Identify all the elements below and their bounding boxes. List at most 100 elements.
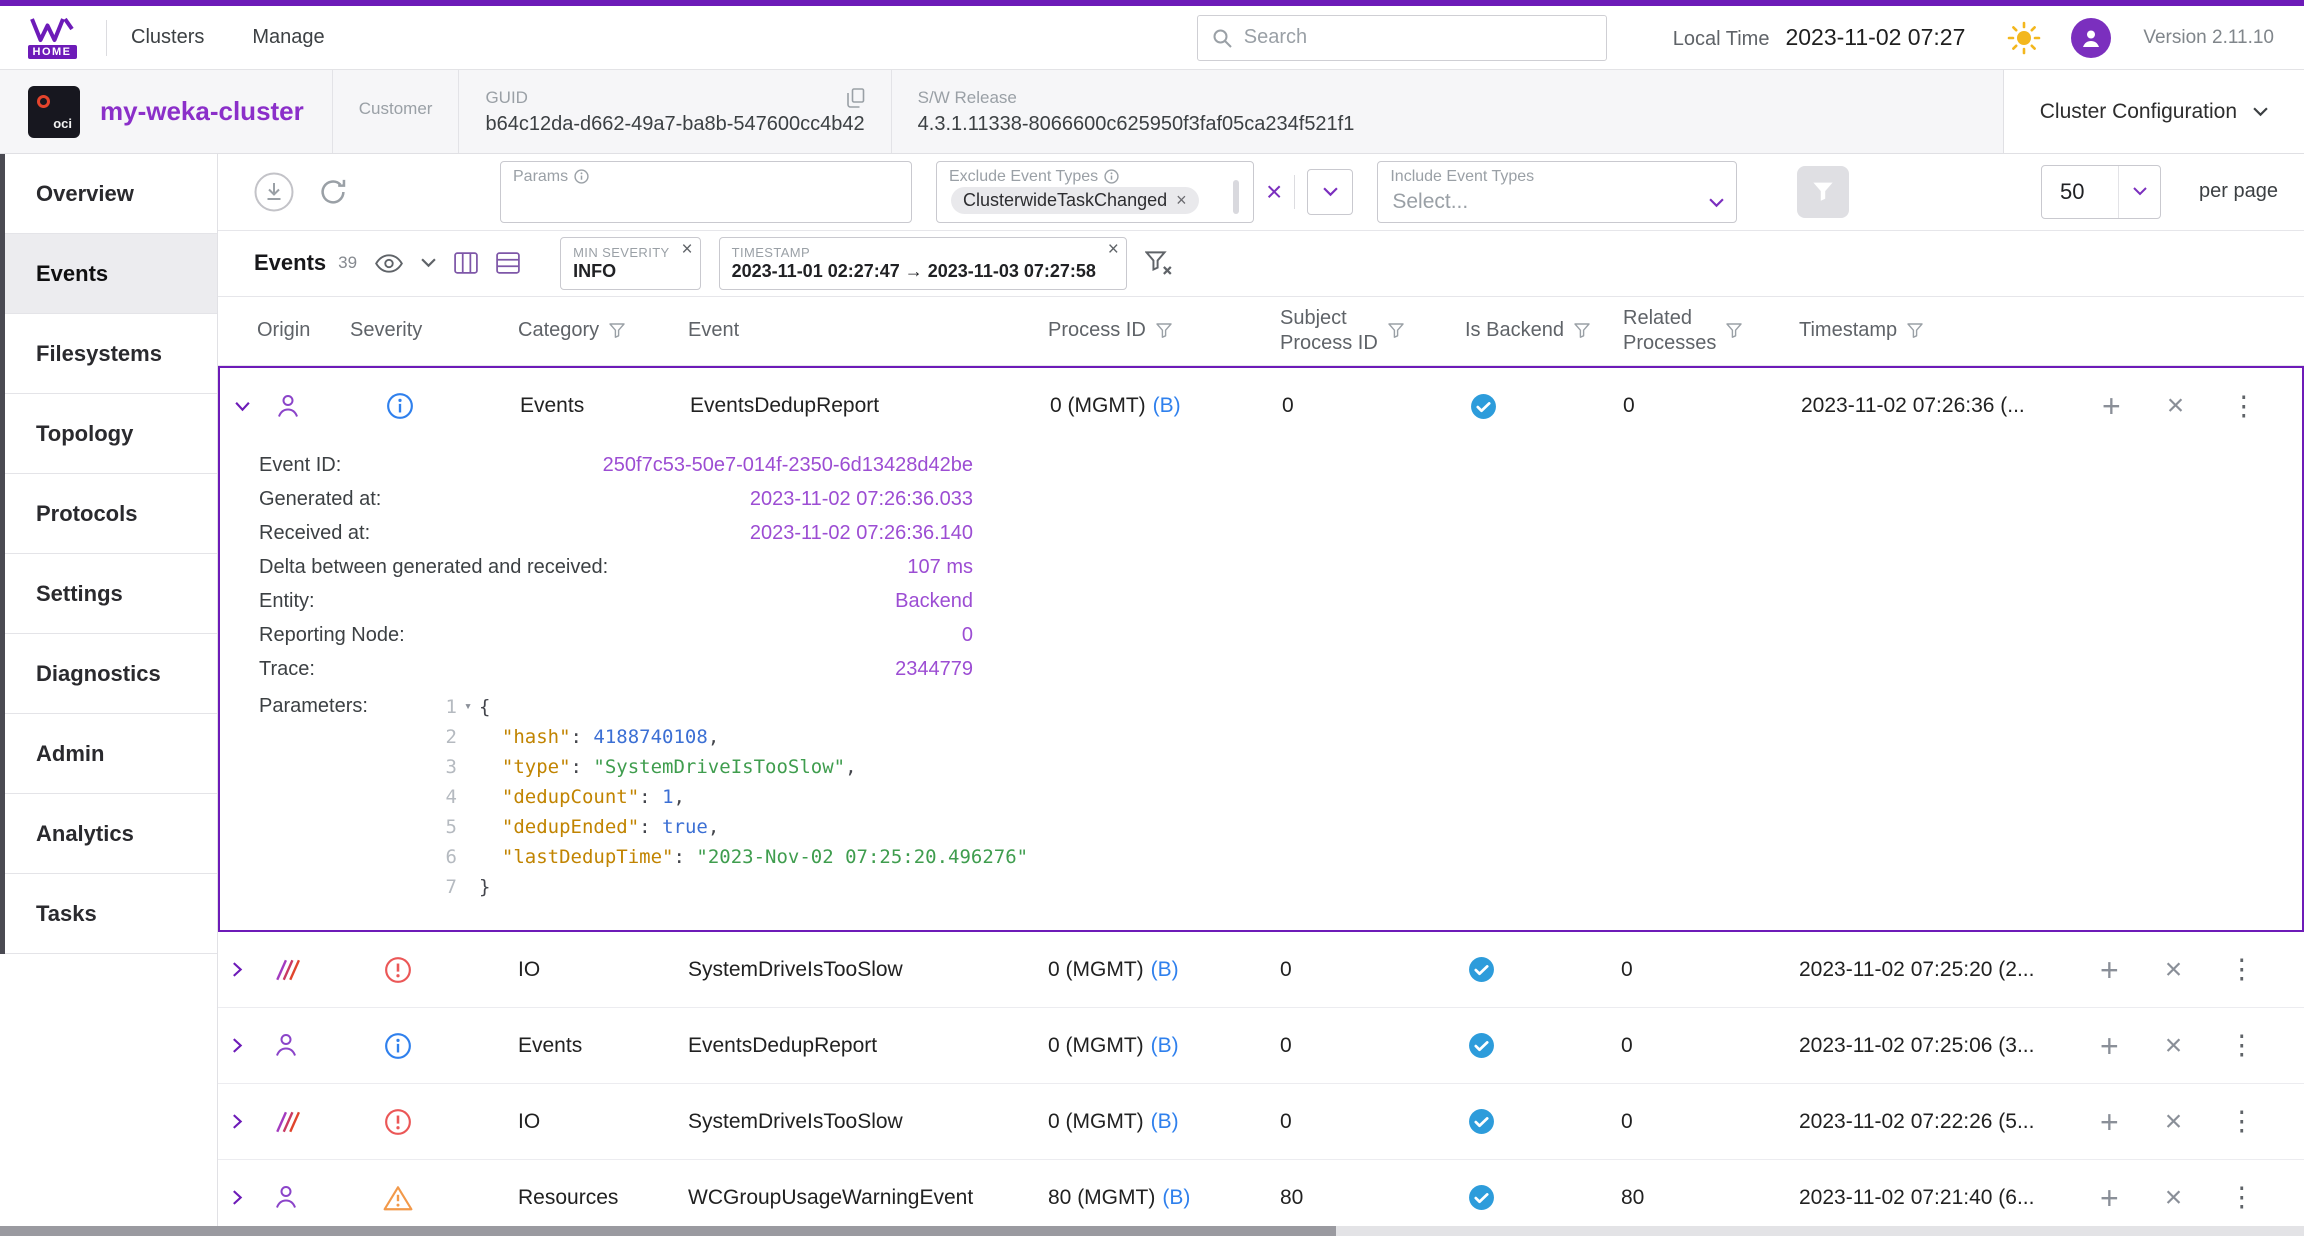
sidebar-item-protocols[interactable]: Protocols [0,474,217,554]
column-filter-icon[interactable] [1388,323,1404,338]
add-filter-icon[interactable]: + [2102,390,2121,422]
backend-tag[interactable]: (B) [1151,1034,1179,1058]
user-avatar[interactable] [2071,18,2111,58]
remove-filter-icon[interactable]: × [1108,239,1119,261]
include-event-types-field[interactable]: Include Event Types Select... [1377,161,1737,223]
column-header-subject-process-id[interactable]: Subject Process ID [1253,306,1443,356]
column-filter-icon[interactable] [609,323,625,338]
row-expander-icon[interactable] [218,1113,274,1130]
weka-home-logo[interactable]: HOME [22,17,82,59]
export-events-icon[interactable] [254,172,294,212]
sidebar-item-events[interactable]: Events [0,234,217,314]
search-input[interactable] [1244,26,1592,49]
table-row[interactable]: Resources WCGroupUsageWarningEvent 80 (M… [218,1160,2304,1236]
nav-item-clusters[interactable]: Clusters [131,26,204,49]
line-number: 7 [427,872,457,902]
column-filter-icon[interactable] [1726,323,1742,338]
row-menu-icon[interactable]: ⋮ [2228,1184,2255,1211]
table-row[interactable]: IO SystemDriveIsTooSlow 0 (MGMT) (B) 0 0… [218,932,2304,1008]
remove-chip-icon[interactable]: × [1176,190,1187,211]
collapse-caret-icon[interactable]: ▾ [457,692,479,722]
apply-filter-button[interactable] [1797,166,1849,218]
row-menu-icon[interactable]: ⋮ [2228,1108,2255,1135]
column-header-related-processes[interactable]: Related Processes [1593,306,1763,356]
visibility-icon[interactable] [375,254,403,273]
column-settings-icon[interactable] [496,252,520,274]
dismiss-event-icon[interactable]: × [2167,391,2185,421]
nav-item-manage[interactable]: Manage [252,26,324,49]
exclude-event-types-field[interactable]: Exclude Event Types ClusterwideTaskChang… [936,161,1254,223]
refresh-icon[interactable] [318,177,348,207]
row-menu-icon[interactable]: ⋮ [2230,393,2257,420]
scrollbar-thumb[interactable] [1233,180,1239,214]
backend-tag[interactable]: (B) [1153,394,1181,418]
events-filter-bar: Events 39 [218,231,2304,297]
column-header-process-id[interactable]: Process ID [1018,318,1253,343]
add-filter-icon[interactable]: + [2100,954,2119,986]
cluster-bar: oci my-weka-cluster Customer GUID b64c12… [0,70,2304,154]
row-menu-icon[interactable]: ⋮ [2228,1032,2255,1059]
detail-field-label: Trace: [259,652,315,686]
sidebar-item-analytics[interactable]: Analytics [0,794,217,874]
column-filter-icon[interactable] [1907,323,1923,338]
row-expander-icon[interactable] [218,1037,274,1054]
page-size-select[interactable]: 50 [2041,165,2161,219]
table-row[interactable]: IO SystemDriveIsTooSlow 0 (MGMT) (B) 0 0… [218,1084,2304,1160]
clear-filters-icon[interactable] [1145,251,1173,276]
sidebar-item-admin[interactable]: Admin [0,714,217,794]
dismiss-event-icon[interactable]: × [2165,1031,2183,1061]
detail-field-value: Backend [895,584,973,618]
row-menu-icon[interactable]: ⋮ [2228,956,2255,983]
column-header-timestamp[interactable]: Timestamp [1763,318,2078,343]
events-dropdown-chevron-icon[interactable] [421,258,436,268]
include-dropdown-chevron-icon[interactable] [1709,198,1724,208]
is-backend-check-icon [1443,1032,1593,1059]
clear-exclude-icon[interactable]: × [1266,178,1282,206]
filter-chip-timestamp[interactable]: × TIMESTAMP 2023-11-01 02:27:47 → 2023-1… [719,237,1127,290]
sidebar-item-topology[interactable]: Topology [0,394,217,474]
copy-icon[interactable] [847,88,865,108]
column-filter-icon[interactable] [1574,323,1590,338]
node-origin-icon [274,1184,338,1211]
add-filter-icon[interactable]: + [2100,1030,2119,1062]
search-box[interactable] [1197,15,1607,61]
sidebar-item-settings[interactable]: Settings [0,554,217,634]
exclude-dropdown-button[interactable] [1307,169,1353,215]
cluster-identity: oci my-weka-cluster [0,70,332,153]
backend-tag[interactable]: (B) [1151,958,1179,982]
sidebar-item-tasks[interactable]: Tasks [0,874,217,954]
chevron-down-icon[interactable] [2118,166,2160,218]
cell-subject-process-id: 80 [1253,1186,1443,1210]
is-backend-check-icon [1443,956,1593,983]
dismiss-event-icon[interactable]: × [2165,1183,2183,1213]
content: OverviewEventsFilesystemsTopologyProtoco… [0,154,2304,1236]
add-filter-icon[interactable]: + [2100,1106,2119,1138]
cluster-configuration-button[interactable]: Cluster Configuration [2003,70,2304,153]
backend-tag[interactable]: (B) [1151,1110,1179,1134]
row-expander-icon[interactable] [220,401,276,412]
dismiss-event-icon[interactable]: × [2165,1107,2183,1137]
table-row[interactable]: Events EventsDedupReport 0 (MGMT) (B) 0 … [220,368,2302,444]
column-header-is-backend[interactable]: Is Backend [1443,318,1593,343]
filter-chip-min-severity[interactable]: × MIN SEVERITY INFO [560,237,701,290]
row-expander-icon[interactable] [218,1189,274,1206]
cell-timestamp: 2023-11-02 07:26:36 (... [1765,394,2080,418]
sidebar-item-diagnostics[interactable]: Diagnostics [0,634,217,714]
column-filter-icon[interactable] [1156,323,1172,338]
params-field[interactable]: Params [500,161,912,223]
sidebar-item-overview[interactable]: Overview [0,154,217,234]
excluded-type-chip[interactable]: ClusterwideTaskChanged × [951,187,1199,214]
dismiss-event-icon[interactable]: × [2165,955,2183,985]
remove-filter-icon[interactable]: × [682,239,693,261]
events-toolbar: Params Exclude Event Types [218,154,2304,231]
theme-toggle-sun-icon[interactable] [2007,21,2041,55]
horizontal-scrollbar[interactable] [0,1226,2304,1236]
column-header-category[interactable]: Category [458,318,658,343]
add-filter-icon[interactable]: + [2100,1182,2119,1214]
row-expander-icon[interactable] [218,961,274,978]
scrollbar-thumb[interactable] [0,1226,1336,1236]
sidebar-item-filesystems[interactable]: Filesystems [0,314,217,394]
table-settings-icon[interactable] [454,252,478,274]
backend-tag[interactable]: (B) [1162,1186,1190,1210]
table-row[interactable]: Events EventsDedupReport 0 (MGMT) (B) 0 … [218,1008,2304,1084]
